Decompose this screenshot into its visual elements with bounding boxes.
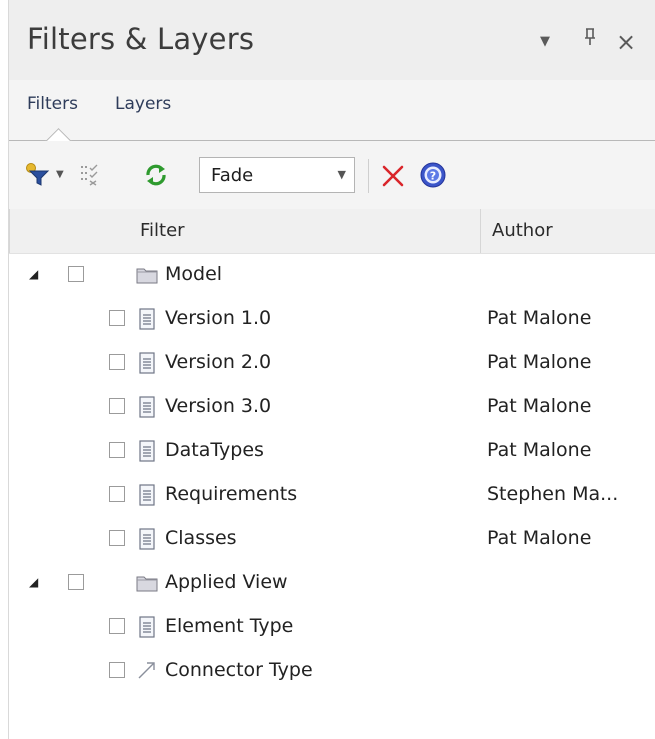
item-checkbox[interactable]	[109, 442, 125, 458]
filter-name: Element Type	[165, 615, 294, 637]
tree-item-row[interactable]: Version 2.0 Pat Malone	[9, 341, 655, 385]
close-icon[interactable]: ×	[616, 28, 636, 56]
folder-icon	[136, 574, 158, 596]
tree-item-row[interactable]: Connector Type	[9, 649, 655, 693]
tree-item-row[interactable]: Element Type	[9, 605, 655, 649]
filter-name: Requirements	[165, 483, 298, 505]
filter-name: Version 2.0	[165, 351, 272, 373]
expanded-triangle-icon[interactable]: ◢	[29, 267, 38, 281]
tree-group-row[interactable]: ◢ Applied View	[9, 561, 655, 605]
group-checkbox[interactable]	[68, 574, 84, 590]
group-name: Model	[165, 263, 223, 285]
document-icon	[139, 308, 155, 334]
svg-text:?: ?	[430, 170, 436, 183]
item-checkbox[interactable]	[109, 354, 125, 370]
filter-author: Pat Malone	[487, 351, 592, 373]
tree-group-row[interactable]: ◢ Model	[9, 253, 655, 297]
filter-name: DataTypes	[165, 439, 264, 461]
panel-title: Filters & Layers	[27, 22, 255, 56]
select-filters-icon[interactable]	[80, 163, 100, 191]
filter-author: Stephen Ma...	[487, 483, 619, 505]
item-checkbox[interactable]	[109, 486, 125, 502]
filter-name: Classes	[165, 527, 237, 549]
connector-arrow-icon	[137, 660, 157, 684]
tab-bar: Filters Layers	[9, 80, 655, 141]
chevron-down-icon: ▼	[337, 168, 346, 181]
item-checkbox[interactable]	[109, 398, 125, 414]
tree-item-row[interactable]: Classes Pat Malone	[9, 517, 655, 561]
column-divider	[9, 209, 10, 253]
tree-item-row[interactable]: DataTypes Pat Malone	[9, 429, 655, 473]
tree-item-row[interactable]: Version 3.0 Pat Malone	[9, 385, 655, 429]
group-checkbox[interactable]	[68, 266, 84, 282]
display-mode-value: Fade	[211, 165, 254, 186]
title-bar: Filters & Layers ▼ ×	[9, 0, 655, 80]
folder-icon	[136, 266, 158, 288]
document-icon	[139, 396, 155, 422]
filter-add-dropdown-icon[interactable]: ▼	[56, 169, 64, 180]
toolbar-separator	[368, 159, 369, 193]
filter-author: Pat Malone	[487, 307, 592, 329]
filter-name: Version 3.0	[165, 395, 272, 417]
column-header-filter[interactable]: Filter	[128, 209, 480, 253]
filter-name: Connector Type	[165, 659, 313, 681]
item-checkbox[interactable]	[109, 310, 125, 326]
filters-layers-panel: Filters & Layers ▼ × Filters Layers ▼ Fa…	[8, 0, 655, 739]
document-icon	[139, 440, 155, 466]
item-checkbox[interactable]	[109, 618, 125, 634]
filter-add-icon[interactable]	[25, 162, 51, 192]
filter-author: Pat Malone	[487, 527, 592, 549]
tree-item-row[interactable]: Version 1.0 Pat Malone	[9, 297, 655, 341]
column-header-author[interactable]: Author	[480, 209, 655, 253]
item-checkbox[interactable]	[109, 530, 125, 546]
refresh-icon[interactable]	[143, 162, 169, 192]
document-icon	[139, 352, 155, 378]
filter-name: Version 1.0	[165, 307, 272, 329]
group-name: Applied View	[165, 571, 288, 593]
column-header-row: Filter Author	[9, 209, 655, 254]
tab-layers[interactable]: Layers	[115, 94, 171, 114]
panel-menu-dropdown-icon[interactable]: ▼	[540, 34, 550, 49]
filter-author: Pat Malone	[487, 439, 592, 461]
document-icon	[139, 528, 155, 554]
document-icon	[139, 616, 155, 642]
filter-author: Pat Malone	[487, 395, 592, 417]
help-icon[interactable]: ?	[419, 161, 447, 193]
active-tab-indicator	[45, 124, 73, 141]
document-icon	[139, 484, 155, 510]
toolbar: ▼ Fade ▼ ?	[9, 141, 655, 209]
tab-filters[interactable]: Filters	[27, 94, 78, 114]
delete-icon[interactable]	[381, 164, 405, 192]
item-checkbox[interactable]	[109, 662, 125, 678]
tree-item-row[interactable]: Requirements Stephen Ma...	[9, 473, 655, 517]
display-mode-select[interactable]: Fade ▼	[199, 157, 355, 193]
expanded-triangle-icon[interactable]: ◢	[29, 575, 38, 589]
filter-tree: ◢ Model Version 1.0 Pat Malone Version 2…	[9, 253, 655, 693]
pin-icon[interactable]	[583, 27, 597, 52]
